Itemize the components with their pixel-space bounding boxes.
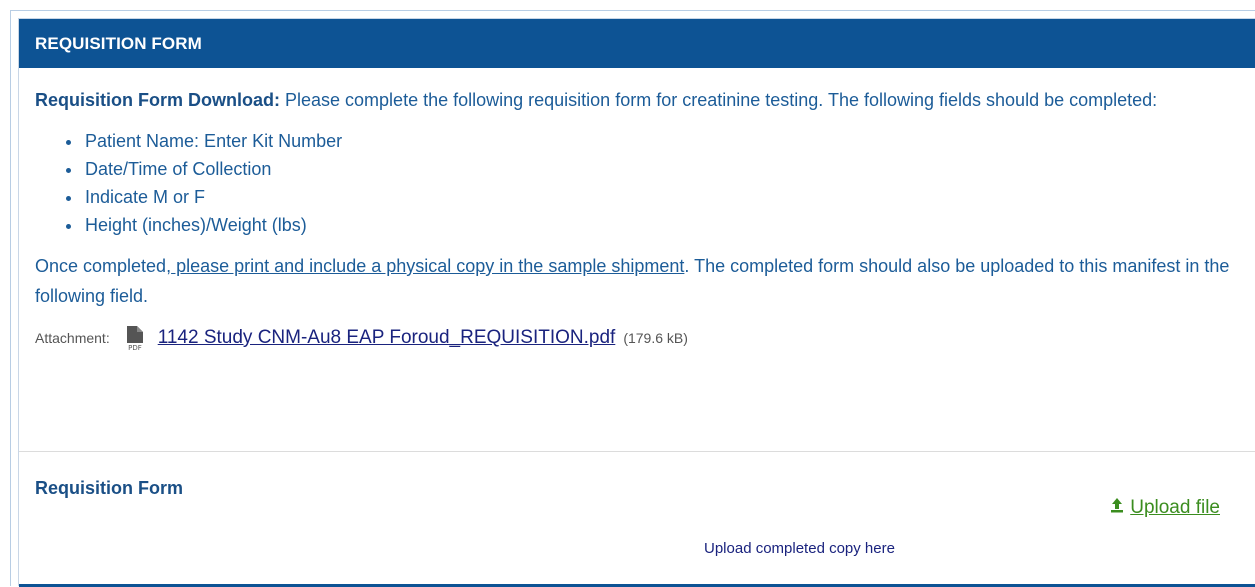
intro-text: Please complete the following requisitio…	[280, 90, 1158, 110]
instructions-prefix: Once completed,	[35, 256, 172, 276]
upload-icon	[1110, 497, 1124, 519]
attachment-size: (179.6 kB)	[623, 330, 688, 346]
upload-file-link[interactable]: Upload file	[1130, 497, 1220, 519]
requisition-form-title: Requisition Form	[35, 478, 183, 498]
requisition-upload-section: Requisition Form Upload file Upload comp…	[19, 452, 1255, 587]
instructions-paragraph: Once completed, please print and include…	[35, 251, 1238, 311]
attachment-row: Attachment: PDF 1142 Study CNM-Au8 EAP F…	[35, 321, 1238, 355]
list-item: Indicate M or F	[83, 183, 1238, 211]
intro-bold-label: Requisition Form Download:	[35, 90, 280, 110]
upload-help-text: Upload completed copy here	[704, 540, 895, 557]
print-copy-link[interactable]: please print and include a physical copy…	[171, 256, 684, 276]
intro-paragraph: Requisition Form Download: Please comple…	[35, 85, 1238, 115]
attachment-label: Attachment:	[35, 330, 110, 346]
list-item: Patient Name: Enter Kit Number	[83, 127, 1238, 155]
pdf-file-icon: PDF	[124, 325, 146, 352]
list-item: Height (inches)/Weight (lbs)	[83, 211, 1238, 239]
svg-text:PDF: PDF	[128, 344, 142, 351]
upload-file-button[interactable]: Upload file	[1110, 497, 1220, 519]
required-fields-list: Patient Name: Enter Kit Number Date/Time…	[35, 127, 1238, 239]
panel-header: REQUISITION FORM	[19, 19, 1255, 68]
attachment-file-link[interactable]: 1142 Study CNM-Au8 EAP Foroud_REQUISITIO…	[158, 323, 616, 353]
requisition-panel: REQUISITION FORM Requisition Form Downlo…	[18, 18, 1255, 587]
list-item: Date/Time of Collection	[83, 155, 1238, 183]
panel-body: Requisition Form Download: Please comple…	[19, 68, 1255, 355]
